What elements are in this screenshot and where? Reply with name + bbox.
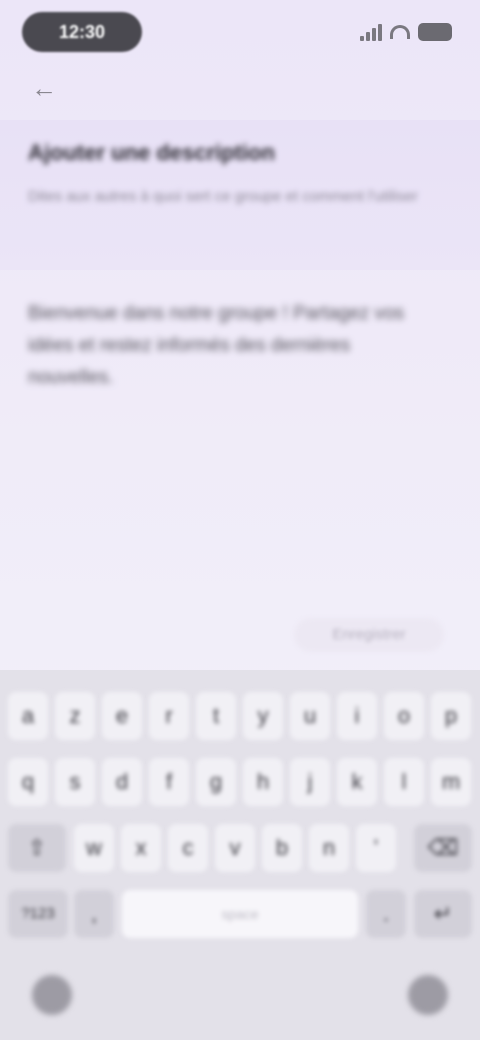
wifi-icon (390, 25, 410, 39)
key[interactable]: g (196, 758, 236, 806)
key[interactable]: i (337, 692, 377, 740)
key[interactable]: t (196, 692, 236, 740)
shift-key[interactable]: ⇧ (8, 824, 66, 872)
key[interactable]: r (149, 692, 189, 740)
key[interactable]: ' (356, 824, 396, 872)
signal-icon (360, 23, 382, 41)
keyboard: a z e r t y u i o p q s d f g h j k l m … (0, 670, 480, 1040)
keyboard-row-3: ⇧ w x c v b n ' ⌫ (0, 824, 480, 872)
keyboard-row-1: a z e r t y u i o p (0, 692, 480, 740)
key[interactable]: w (74, 824, 114, 872)
page-subtitle: Dites aux autres à quoi sert ce groupe e… (28, 188, 418, 205)
key[interactable]: y (243, 692, 283, 740)
space-key[interactable]: space (122, 890, 358, 938)
key[interactable]: e (102, 692, 142, 740)
period-key[interactable]: . (366, 890, 406, 938)
keyboard-nav-bar (0, 955, 480, 1040)
symbols-key[interactable]: ?123 (8, 890, 68, 938)
enter-key[interactable]: ↵ (414, 890, 472, 938)
status-time: 12:30 (22, 12, 142, 52)
key[interactable]: k (337, 758, 377, 806)
key[interactable]: s (55, 758, 95, 806)
key[interactable]: o (384, 692, 424, 740)
emoji-icon[interactable] (408, 975, 448, 1015)
key[interactable]: p (431, 692, 471, 740)
key[interactable]: f (149, 758, 189, 806)
key[interactable]: n (309, 824, 349, 872)
key[interactable]: l (384, 758, 424, 806)
page-title: Ajouter une description (28, 140, 275, 165)
key[interactable]: c (168, 824, 208, 872)
comma-key[interactable]: , (74, 890, 114, 938)
key[interactable]: q (8, 758, 48, 806)
backspace-key[interactable]: ⌫ (414, 824, 472, 872)
header: Ajouter une description Dites aux autres… (0, 120, 480, 270)
status-icons (360, 20, 452, 44)
save-button[interactable]: Enregistrer (294, 618, 444, 652)
key[interactable]: v (215, 824, 255, 872)
battery-icon (418, 23, 452, 41)
status-bar: 12:30 (0, 0, 480, 64)
key[interactable]: m (431, 758, 471, 806)
back-button[interactable]: ← (28, 72, 60, 104)
description-editor[interactable]: Bienvenue dans notre groupe ! Partagez v… (0, 270, 480, 660)
key[interactable]: d (102, 758, 142, 806)
keyboard-row-4: ?123 , space . ↵ (0, 890, 480, 938)
key[interactable]: u (290, 692, 330, 740)
keyboard-down-icon[interactable] (32, 975, 72, 1015)
description-input[interactable]: Bienvenue dans notre groupe ! Partagez v… (28, 298, 428, 394)
key[interactable]: b (262, 824, 302, 872)
key[interactable]: a (8, 692, 48, 740)
key[interactable]: z (55, 692, 95, 740)
key[interactable]: j (290, 758, 330, 806)
key[interactable]: x (121, 824, 161, 872)
keyboard-row-2: q s d f g h j k l m (0, 758, 480, 806)
key[interactable]: h (243, 758, 283, 806)
